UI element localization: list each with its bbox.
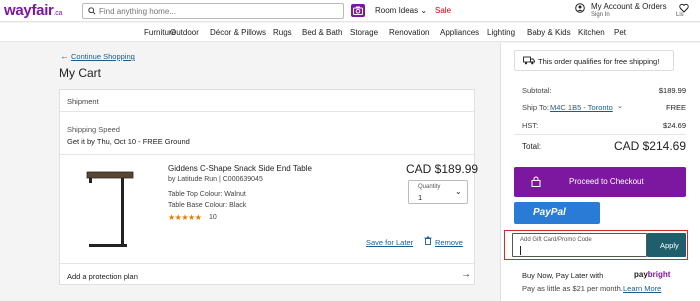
account-menu[interactable]: My Account & Orders: [591, 2, 667, 11]
save-for-later-link[interactable]: Save for Later: [366, 238, 413, 247]
product-brand-sku: by Latitude Run | C000639045: [168, 176, 263, 183]
truck-icon: [523, 56, 535, 65]
divider: [60, 263, 474, 264]
sale-link[interactable]: Sale: [435, 6, 451, 15]
hst-value: $24.69: [663, 121, 686, 130]
shipping-cost: FREE: [665, 103, 686, 112]
nav-item-storage[interactable]: Storage: [350, 28, 378, 37]
paypal-label: PayPal: [533, 207, 566, 218]
divider: [514, 134, 686, 135]
shipment-header: Shipment: [60, 90, 474, 112]
continue-shopping-link[interactable]: Continue Shopping: [71, 52, 135, 61]
chevron-down-icon: ⌄: [420, 6, 428, 15]
apply-promo-button[interactable]: Apply: [647, 233, 686, 257]
nav-item-decor-pillows[interactable]: Décor & Pillows: [210, 28, 266, 37]
category-nav: Furniture Outdoor Décor & Pillows Rugs B…: [0, 23, 700, 42]
text-cursor: [520, 246, 521, 255]
quantity-select[interactable]: Quantity 1 ⌄: [408, 180, 468, 204]
chevron-down-icon[interactable]: ⌄: [617, 102, 623, 110]
free-shipping-text: This order qualifies for free shipping!: [538, 57, 660, 66]
review-count[interactable]: 10: [209, 214, 217, 221]
room-ideas-menu[interactable]: Room Ideas ⌄: [375, 6, 427, 15]
paybright-logo: paybright: [634, 270, 671, 279]
product-name[interactable]: Giddens C-Shape Snack Side End Table: [168, 164, 312, 173]
ship-to-label: Ship To:: [522, 103, 549, 112]
total-label: Total:: [522, 142, 542, 151]
subtotal-label: Subtotal:: [522, 86, 552, 95]
ship-to-location[interactable]: M4C 1B5 - Toronto: [550, 103, 613, 112]
visual-search-button[interactable]: [351, 4, 365, 17]
nav-item-baby-kids[interactable]: Baby & Kids: [527, 28, 571, 37]
search-icon: [88, 7, 96, 15]
cart-card: Shipment Shipping Speed Get it by Thu, O…: [59, 89, 479, 285]
divider: [60, 154, 474, 155]
promo-code-label: Add Gift Card/Promo Code: [520, 237, 592, 243]
shipping-date: Get it by Thu, Oct 10 - FREE Ground: [67, 137, 190, 146]
arrow-right-icon[interactable]: →: [461, 269, 471, 280]
shipping-speed-label: Shipping Speed: [67, 125, 120, 134]
remove-link[interactable]: Remove: [435, 238, 463, 247]
arrow-left-icon: ←: [60, 51, 69, 61]
total-value: CAD $214.69: [613, 139, 686, 153]
apply-label: Apply: [660, 241, 679, 250]
star-rating-icon: ★★★★★: [168, 213, 202, 222]
nav-item-appliances[interactable]: Appliances: [440, 28, 479, 37]
top-header: wayfair.ca Room Ideas ⌄ Sale My Account …: [0, 0, 700, 22]
buy-now-pay-later-text: Buy Now, Pay Later with: [522, 271, 604, 280]
product-attribute-base: Table Base Colour: Black: [168, 202, 247, 209]
user-icon[interactable]: [575, 3, 585, 13]
monthly-payment-text: Pay as little as $21 per month.: [522, 284, 623, 293]
product-image[interactable]: [85, 170, 137, 254]
quantity-value: 1: [418, 193, 423, 202]
product-price: CAD $189.99: [406, 162, 479, 176]
promo-code-input[interactable]: Add Gift Card/Promo Code: [512, 233, 647, 257]
nav-item-kitchen[interactable]: Kitchen: [578, 28, 605, 37]
add-protection-plan[interactable]: Add a protection plan: [67, 272, 138, 281]
search-input[interactable]: [99, 5, 339, 18]
camera-icon: [353, 6, 363, 15]
nav-item-renovation[interactable]: Renovation: [389, 28, 429, 37]
wayfair-logo[interactable]: wayfair.ca: [4, 2, 62, 19]
nav-item-outdoor[interactable]: Outdoor: [170, 28, 199, 37]
hst-label: HST:: [522, 121, 539, 130]
learn-more-link[interactable]: Learn More: [623, 284, 661, 293]
quantity-label: Quantity: [418, 184, 441, 190]
nav-item-bed-bath[interactable]: Bed & Bath: [302, 28, 342, 37]
lists-link[interactable]: Lis: [676, 12, 684, 18]
checkout-label: Proceed to Checkout: [569, 177, 644, 186]
product-attribute-top: Table Top Colour: Walnut: [168, 191, 246, 198]
sign-in-link[interactable]: Sign In: [591, 12, 610, 18]
subtotal-value: $189.99: [658, 86, 686, 95]
trash-icon[interactable]: [424, 236, 432, 245]
lock-icon: [531, 176, 541, 187]
nav-item-lighting[interactable]: Lighting: [487, 28, 515, 37]
nav-item-rugs[interactable]: Rugs: [273, 28, 292, 37]
proceed-to-checkout-button[interactable]: Proceed to Checkout: [514, 167, 686, 197]
chevron-down-icon: ⌄: [455, 187, 462, 196]
page-title: My Cart: [59, 66, 101, 80]
paypal-button[interactable]: PayPal: [514, 202, 600, 224]
nav-item-pet[interactable]: Pet: [614, 28, 626, 37]
search-box[interactable]: [82, 3, 344, 19]
